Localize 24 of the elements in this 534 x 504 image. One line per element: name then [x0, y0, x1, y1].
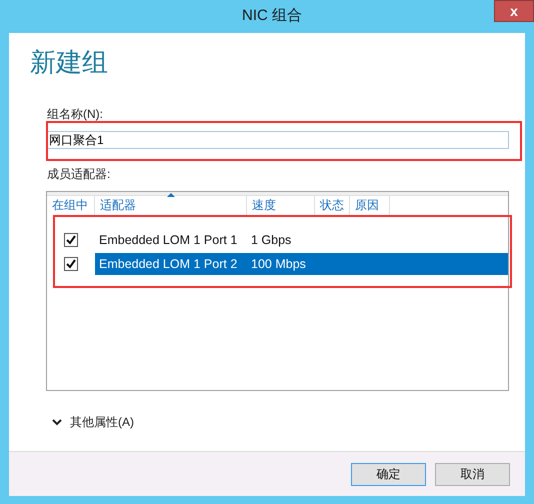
close-button[interactable]: x: [494, 0, 534, 22]
sort-arrow-icon: [166, 193, 174, 197]
page-heading: 新建组: [30, 46, 109, 79]
chevron-icon: [52, 418, 62, 426]
column-header[interactable]: 适配器: [95, 196, 247, 216]
window-title: NIC 组合: [241, 6, 302, 26]
dialog-button[interactable]: 确定: [351, 462, 426, 486]
field-label: 成员适配器:: [47, 166, 112, 183]
adapter-speed: 100 Mbps: [250, 256, 306, 273]
column-header[interactable]: 状态: [315, 196, 350, 216]
column-header[interactable]: 速度: [247, 196, 315, 216]
adapter-speed: 1 Gbps: [250, 232, 292, 249]
field-label: 组名称(N):: [47, 106, 104, 123]
more-properties-expander[interactable]: 其他属性(A): [52, 413, 134, 431]
team-name-field[interactable]: 网口聚合1: [46, 131, 509, 149]
dialog-button[interactable]: 取消: [435, 462, 510, 486]
adapter-row[interactable]: Embedded LOM 1 Port 1 1 Gbps: [95, 229, 508, 251]
adapter-row[interactable]: Embedded LOM 1 Port 2 100 Mbps: [95, 253, 508, 275]
adapter-name: Embedded LOM 1 Port 1: [98, 232, 238, 249]
checkbox[interactable]: [64, 233, 78, 247]
column-header[interactable]: 在组中: [47, 196, 95, 216]
checkbox[interactable]: [64, 257, 78, 271]
column-header[interactable]: 原因: [350, 196, 390, 216]
adapter-name: Embedded LOM 1 Port 2: [98, 256, 238, 273]
